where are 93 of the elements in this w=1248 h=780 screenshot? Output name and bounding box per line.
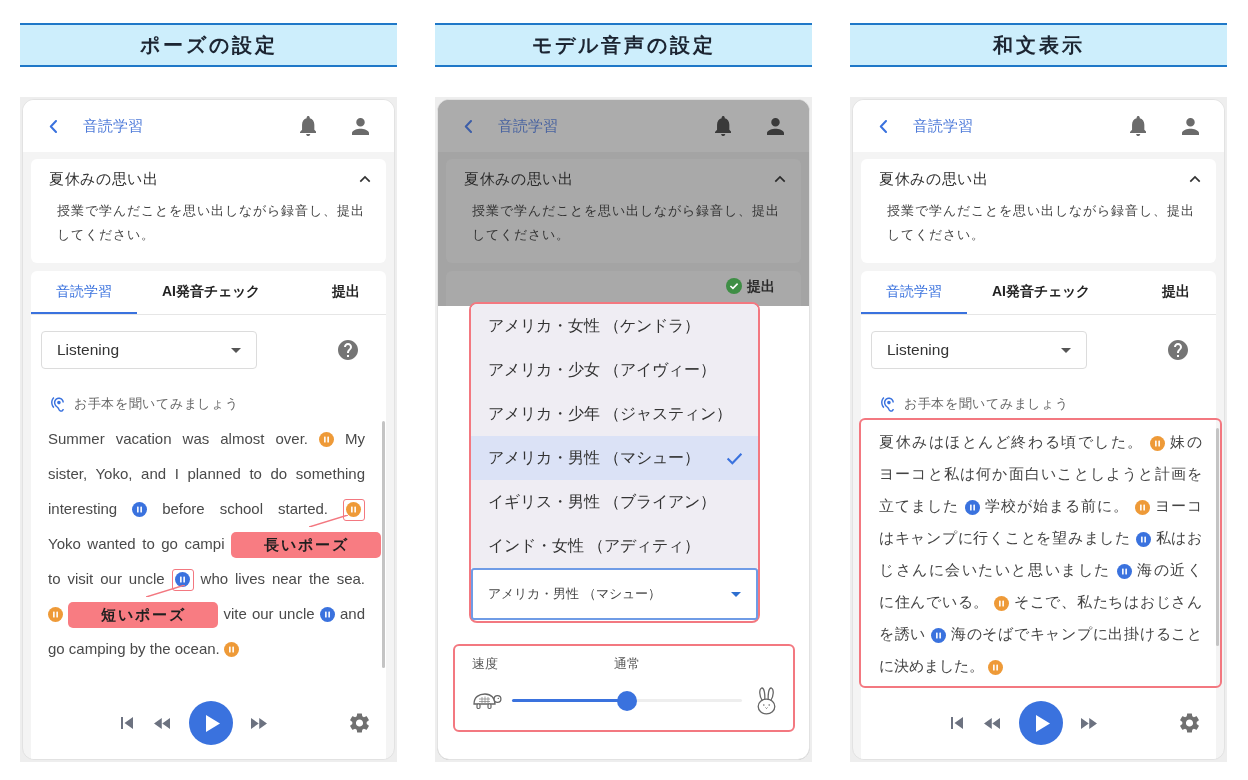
rewind-icon[interactable] bbox=[983, 717, 1000, 729]
skip-previous-icon[interactable] bbox=[121, 717, 133, 729]
settings-icon[interactable] bbox=[1180, 713, 1199, 733]
skip-previous-icon[interactable] bbox=[951, 717, 963, 729]
caret-down-icon bbox=[1061, 347, 1071, 353]
person-icon[interactable] bbox=[1182, 117, 1199, 135]
assignment-description: 授業で学んだことを思い出しながら録音し、提出してください。 bbox=[471, 202, 781, 244]
passage-text: 妹の bbox=[1170, 433, 1202, 450]
scrollbar[interactable] bbox=[382, 420, 385, 668]
callout-label: 短いポーズ bbox=[68, 602, 219, 629]
passage-text: ヨーコと私は何か面白いことしようと計画を bbox=[879, 465, 1202, 482]
passage-text: Yoko wanted to go campi bbox=[48, 534, 225, 552]
person-icon[interactable] bbox=[352, 117, 369, 135]
app-title: 音読学習 bbox=[83, 115, 143, 136]
section-heading: 和文表示 bbox=[850, 23, 1227, 67]
back-icon[interactable] bbox=[49, 119, 57, 133]
speed-slider[interactable] bbox=[512, 690, 742, 711]
mode-dropdown[interactable]: Listening bbox=[41, 331, 257, 369]
chevron-up-icon[interactable] bbox=[1189, 175, 1201, 183]
tab[interactable]: 音読学習 bbox=[861, 271, 967, 314]
mode-dropdown[interactable]: Listening bbox=[871, 331, 1087, 369]
tab[interactable]: AI発音チェック bbox=[137, 271, 285, 314]
section-heading: ポーズの設定 bbox=[20, 23, 397, 67]
callout-label: 長いポーズ bbox=[231, 532, 381, 559]
passage-text: and bbox=[340, 604, 366, 622]
bell-icon[interactable] bbox=[714, 116, 731, 136]
menu-option[interactable]: アメリカ・男性 （マシュー） bbox=[471, 436, 758, 480]
fast-forward-icon[interactable] bbox=[1081, 717, 1097, 729]
passage-text: to visit our uncle bbox=[48, 569, 165, 587]
passage-text: ヨーコ bbox=[1154, 497, 1202, 514]
passage-text: go camping by the ocean. bbox=[48, 639, 220, 657]
passage-text: そこで、私たちはおじさん bbox=[1013, 593, 1202, 610]
passage-text: 立てました bbox=[879, 497, 960, 514]
slider-thumb[interactable] bbox=[617, 690, 637, 711]
passage-text: に決めました。 bbox=[879, 657, 984, 674]
passage-text: 海のそばでキャンプに出掛けること bbox=[951, 625, 1202, 642]
ear-icon bbox=[881, 396, 894, 412]
chevron-up-icon[interactable] bbox=[359, 175, 371, 183]
passage-text: 夏休みはほとんど終わる頃でした。 bbox=[879, 433, 1144, 450]
passage-text: はキャンプに行くことを望みました bbox=[879, 529, 1131, 546]
instruction-text: お手本を聞いてみましょう bbox=[74, 395, 239, 414]
tab[interactable]: AI発音チェック bbox=[967, 271, 1115, 314]
app-title: 音読学習 bbox=[498, 115, 558, 136]
play-button[interactable] bbox=[189, 701, 233, 745]
passage-text: My bbox=[345, 429, 365, 447]
rabbit-icon bbox=[757, 686, 776, 715]
tab[interactable]: 提出 bbox=[726, 274, 775, 298]
app-title: 音読学習 bbox=[913, 115, 973, 136]
passage-text: before school started. bbox=[162, 499, 328, 517]
person-icon[interactable] bbox=[767, 117, 784, 135]
tab[interactable]: 音読学習 bbox=[31, 271, 137, 314]
play-button[interactable] bbox=[1019, 701, 1063, 745]
speed-reading: 通常 bbox=[614, 655, 640, 673]
check-icon bbox=[726, 451, 743, 465]
passage-text: 私はお bbox=[1155, 529, 1202, 546]
bell-icon[interactable] bbox=[299, 116, 316, 136]
fast-forward-icon[interactable] bbox=[251, 717, 267, 729]
passage-text: 海の近く bbox=[1137, 561, 1202, 578]
passage-text: を誘い bbox=[879, 625, 927, 642]
caret-down-icon bbox=[231, 347, 241, 353]
passage-text: 学校が始まる前に。 bbox=[984, 497, 1130, 514]
assignment-title: 夏休みの思い出 bbox=[49, 168, 159, 189]
passage-text: に住んでいる。 bbox=[879, 593, 990, 610]
assignment-description: 授業で学んだことを思い出しながら録音し、提出してください。 bbox=[886, 202, 1196, 244]
passage-text: じさんに会いたいと思いました bbox=[879, 561, 1111, 578]
tab[interactable]: 提出 bbox=[285, 271, 386, 314]
instruction-text: お手本を聞いてみましょう bbox=[904, 395, 1069, 414]
voice-select[interactable]: アメリカ・男性 （マシュー） bbox=[471, 568, 758, 620]
passage-text: interesting bbox=[48, 499, 118, 517]
chevron-up-icon[interactable] bbox=[774, 175, 786, 183]
assignment-title: 夏休みの思い出 bbox=[879, 168, 989, 189]
bell-icon[interactable] bbox=[1129, 116, 1146, 136]
scrollbar[interactable] bbox=[1216, 428, 1219, 646]
passage-text: who lives near the sea. bbox=[200, 569, 365, 587]
help-icon[interactable] bbox=[338, 340, 358, 360]
settings-icon[interactable] bbox=[350, 713, 369, 733]
assignment-description: 授業で学んだことを思い出しながら録音し、提出してください。 bbox=[56, 202, 366, 244]
tab[interactable]: 提出 bbox=[1115, 271, 1216, 314]
help-icon[interactable] bbox=[1168, 340, 1188, 360]
caret-down-icon bbox=[731, 591, 741, 597]
back-icon[interactable] bbox=[879, 119, 887, 133]
ear-icon bbox=[51, 396, 64, 412]
play-icon bbox=[205, 714, 220, 732]
rewind-icon[interactable] bbox=[153, 717, 170, 729]
passage-text: sister, Yoko, and I planned to do something bbox=[48, 464, 365, 482]
passage-text: vite our uncle bbox=[223, 604, 315, 622]
turtle-icon bbox=[472, 691, 502, 710]
back-icon[interactable] bbox=[464, 119, 472, 133]
section-heading: モデル音声の設定 bbox=[435, 23, 812, 67]
speed-label: 速度 bbox=[472, 655, 498, 674]
passage-text: Summer vacation was almost over. bbox=[48, 429, 308, 447]
assignment-title: 夏休みの思い出 bbox=[464, 168, 574, 189]
play-icon bbox=[1035, 714, 1050, 732]
